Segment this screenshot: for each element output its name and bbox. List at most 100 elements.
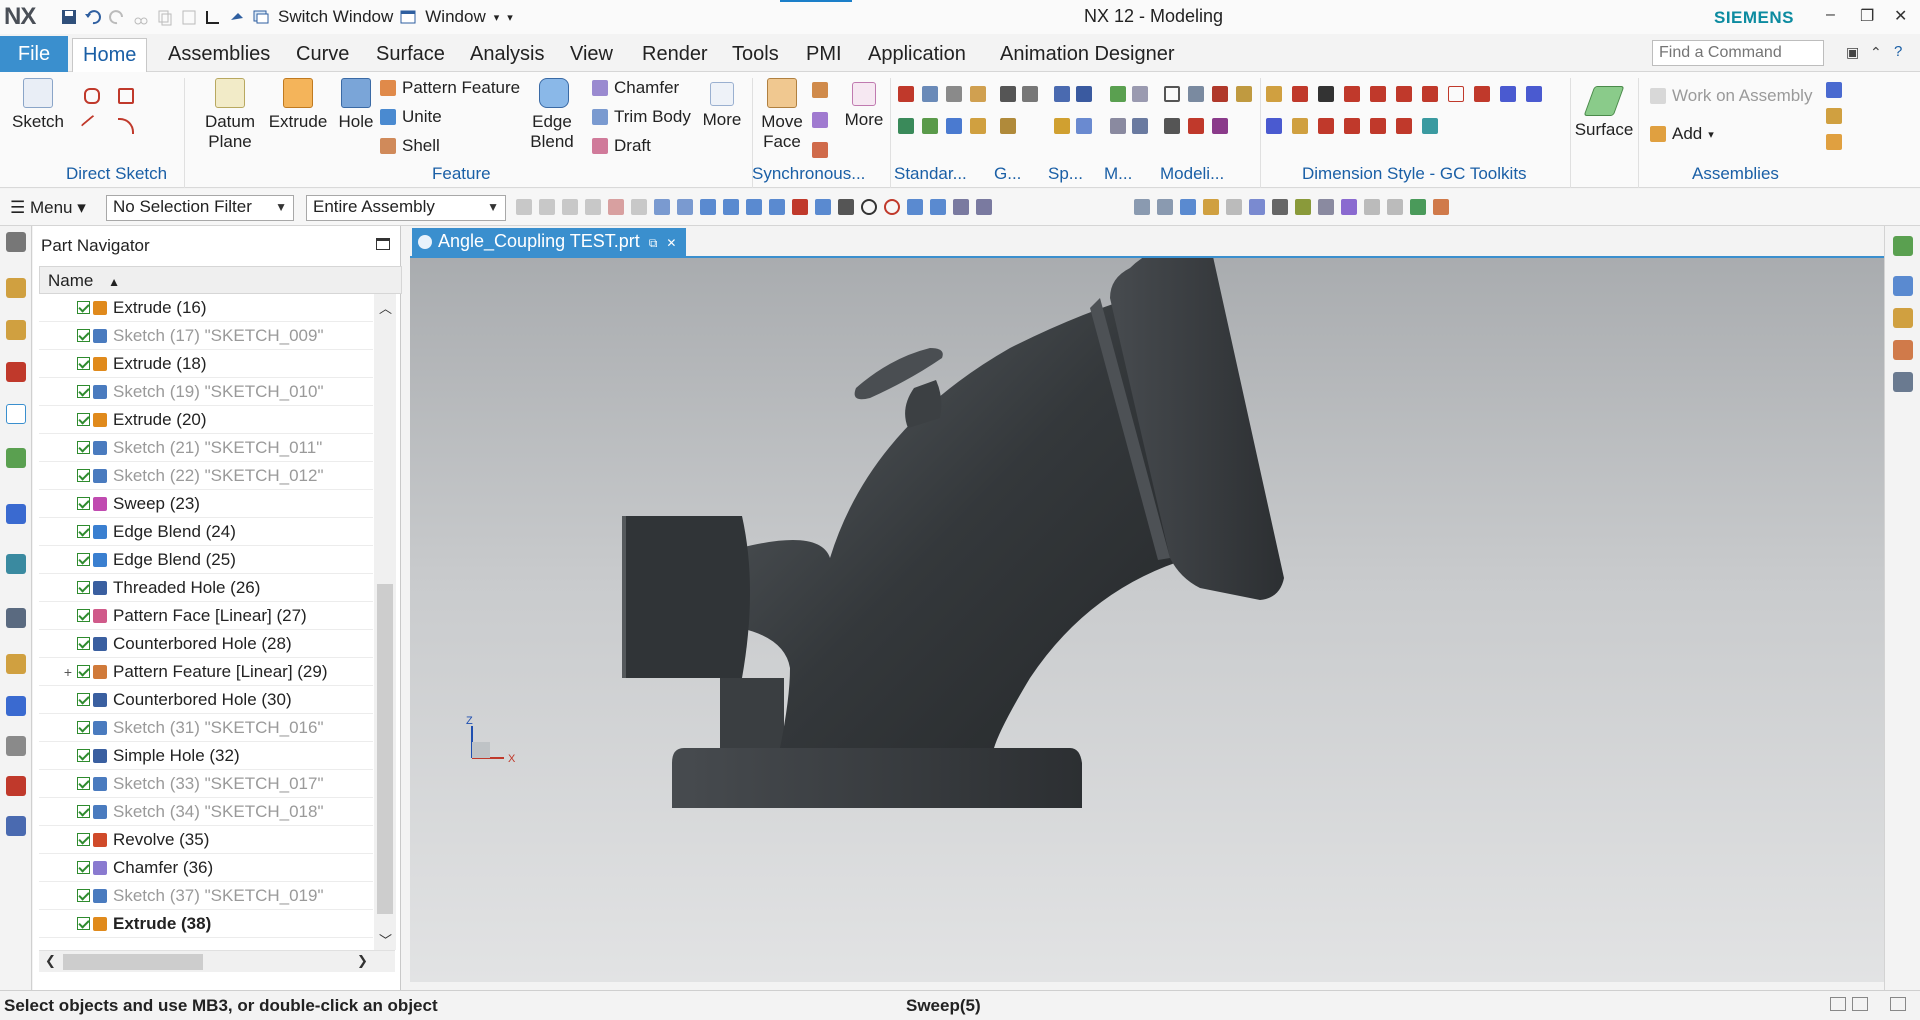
tab-surface[interactable]: Surface — [366, 38, 455, 72]
tool-icon[interactable] — [1826, 82, 1842, 98]
tree-node[interactable]: Sketch (33) "SKETCH_017" — [39, 770, 373, 798]
feature-more-button[interactable]: More — [698, 82, 746, 130]
window-menu[interactable]: Window — [425, 7, 485, 27]
hd3d-tools-icon[interactable] — [6, 504, 26, 524]
tab-view[interactable]: View — [560, 38, 623, 72]
tool-icon[interactable] — [1826, 108, 1842, 124]
tree-node[interactable]: Edge Blend (24) — [39, 518, 373, 546]
tool-icon[interactable] — [922, 86, 938, 102]
tree-node[interactable]: Sketch (21) "SKETCH_011" — [39, 434, 373, 462]
tab-render[interactable]: Render — [632, 38, 718, 72]
snap-icon[interactable] — [654, 199, 670, 215]
arc-icon[interactable] — [118, 118, 134, 134]
visibility-checkbox[interactable] — [77, 861, 90, 874]
tab-assemblies[interactable]: Assemblies — [158, 38, 280, 72]
tree-node[interactable]: Sketch (34) "SKETCH_018" — [39, 798, 373, 826]
view-icon[interactable] — [1318, 199, 1334, 215]
ribbon-options-icon[interactable]: ▣ — [1846, 44, 1859, 61]
tool-icon[interactable] — [1292, 86, 1308, 102]
process-studio-icon[interactable] — [6, 696, 26, 716]
move-face-button[interactable]: Move Face — [758, 78, 806, 152]
manufacturing-wizards-icon[interactable] — [6, 736, 26, 756]
tool-icon[interactable] — [1110, 118, 1126, 134]
tool-icon[interactable] — [1236, 86, 1252, 102]
visibility-checkbox[interactable] — [77, 581, 90, 594]
close-tab-icon[interactable]: ✕ — [666, 236, 676, 250]
tool-icon[interactable] — [946, 86, 962, 102]
maximize-panel-icon[interactable] — [376, 238, 390, 250]
profile-icon[interactable] — [84, 88, 100, 104]
scrollbar-thumb[interactable] — [377, 584, 393, 914]
tool-icon[interactable] — [1370, 86, 1386, 102]
datum-plane-button[interactable]: Datum Plane — [200, 78, 260, 152]
status-icon[interactable] — [1830, 997, 1846, 1011]
snap-icon[interactable] — [562, 199, 578, 215]
view-icon[interactable] — [1157, 199, 1173, 215]
snap-icon[interactable] — [585, 199, 601, 215]
snap-icon[interactable] — [815, 199, 831, 215]
tool-icon[interactable] — [898, 86, 914, 102]
replace-face-icon[interactable] — [812, 112, 828, 128]
snap-icon[interactable] — [608, 199, 624, 215]
tool-icon[interactable] — [898, 118, 914, 134]
view-icon[interactable] — [1180, 199, 1196, 215]
tree-node[interactable]: Sketch (31) "SKETCH_016" — [39, 714, 373, 742]
extrude-button[interactable]: Extrude — [266, 78, 330, 132]
redo-icon[interactable] — [108, 8, 126, 26]
part-navigator-icon[interactable] — [6, 362, 26, 382]
layer-icon[interactable] — [1893, 236, 1913, 256]
visibility-checkbox[interactable] — [77, 833, 90, 846]
tree-node[interactable]: Pattern Face [Linear] (27) — [39, 602, 373, 630]
expand-icon[interactable]: + — [59, 664, 77, 680]
visibility-checkbox[interactable] — [77, 525, 90, 538]
visibility-checkbox[interactable] — [77, 665, 90, 678]
system-materials-icon[interactable] — [6, 654, 26, 674]
visibility-checkbox[interactable] — [77, 441, 90, 454]
pin-icon[interactable]: ⧉ — [649, 236, 658, 250]
chevron-down-icon[interactable]: ▾ — [494, 11, 500, 24]
paste-icon[interactable] — [180, 8, 198, 26]
trim-body-button[interactable]: Trim Body — [592, 107, 691, 127]
view-icon[interactable] — [1341, 199, 1357, 215]
snap-icon[interactable] — [631, 199, 647, 215]
snap-icon[interactable] — [677, 199, 693, 215]
visibility-checkbox[interactable] — [77, 609, 90, 622]
tab-animation-designer[interactable]: Animation Designer — [990, 38, 1185, 72]
visibility-checkbox[interactable] — [77, 889, 90, 902]
tool-icon[interactable] — [1474, 86, 1490, 102]
snap-icon[interactable] — [884, 199, 900, 215]
tree-node[interactable]: Extrude (16) — [39, 294, 373, 322]
tree-node[interactable]: Simple Hole (32) — [39, 742, 373, 770]
visibility-checkbox[interactable] — [77, 721, 90, 734]
selection-scope-dropdown[interactable]: Entire Assembly ▼ — [306, 195, 506, 221]
tool-icon[interactable] — [1212, 118, 1228, 134]
synchronous-more-button[interactable]: More — [840, 82, 888, 130]
tool-icon[interactable] — [1188, 86, 1204, 102]
pattern-feature-button[interactable]: Pattern Feature — [380, 78, 520, 98]
visibility-checkbox[interactable] — [77, 637, 90, 650]
work-on-assembly-button[interactable]: Work on Assembly — [1650, 86, 1812, 106]
edge-blend-button[interactable]: Edge Blend — [522, 78, 586, 152]
scroll-up-icon[interactable]: ︿ — [379, 298, 392, 317]
visibility-checkbox[interactable] — [77, 329, 90, 342]
tool-icon[interactable] — [1526, 86, 1542, 102]
tool-icon[interactable] — [1370, 118, 1386, 134]
visibility-checkbox[interactable] — [77, 385, 90, 398]
tab-home[interactable]: Home — [72, 38, 148, 73]
tab-analysis[interactable]: Analysis — [460, 38, 554, 72]
document-tab[interactable]: Angle_Coupling TEST.prt ⧉ ✕ — [412, 228, 687, 256]
copy-icon[interactable] — [156, 8, 174, 26]
tool-icon[interactable] — [1212, 86, 1228, 102]
snap-icon[interactable] — [516, 199, 532, 215]
visibility-checkbox[interactable] — [77, 805, 90, 818]
tree-node[interactable]: Chamfer (36) — [39, 854, 373, 882]
view-icon[interactable] — [1272, 199, 1288, 215]
view-icon[interactable] — [1226, 199, 1242, 215]
snap-icon[interactable] — [746, 199, 762, 215]
tree-node[interactable]: Threaded Hole (26) — [39, 574, 373, 602]
tab-file[interactable]: File — [0, 36, 68, 72]
tool-icon[interactable] — [1292, 118, 1308, 134]
visibility-checkbox[interactable] — [77, 357, 90, 370]
tool-icon[interactable] — [922, 118, 938, 134]
snap-icon[interactable] — [792, 199, 808, 215]
